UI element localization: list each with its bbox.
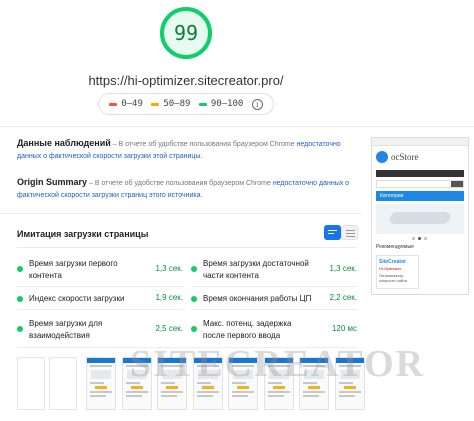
field-data-text: – В отчете об удобстве пользования брауз… xyxy=(110,141,297,148)
pass-dot-icon xyxy=(17,266,23,272)
store-logo: ocStore xyxy=(376,151,419,163)
filmstrip-frame-blank xyxy=(49,357,77,410)
page-url: https://hi-optimizer.sitecreator.pro/ xyxy=(88,73,284,88)
pass-dot-icon xyxy=(17,296,23,302)
metric-max-fid: Макс. потенц. задержка после первого вво… xyxy=(191,312,357,346)
filmstrip-frame xyxy=(86,357,116,410)
metric-value: 1,3 сек. xyxy=(329,264,357,273)
metric-cpu-idle: Время окончания работы ЦП 2,2 сек. xyxy=(191,289,357,309)
carousel-dots xyxy=(412,237,427,240)
metric-value: 2,2 сек. xyxy=(329,293,357,302)
legend-label: 0–49 xyxy=(121,99,143,109)
view-toggle-grid-button[interactable] xyxy=(324,225,341,240)
search-icon xyxy=(451,181,463,187)
metric-label: Индекс скорости загрузки xyxy=(29,294,125,303)
divider xyxy=(0,126,474,127)
divider xyxy=(17,247,357,248)
metric-value: 1,9 сек. xyxy=(155,293,183,302)
divider xyxy=(17,309,183,310)
promo-card: SiteCreator Hi-Optimizer Оптимизатор ско… xyxy=(376,255,419,289)
filmstrip-frame-blank xyxy=(17,357,45,410)
metric-label: Макс. потенц. задержка после первого вво… xyxy=(203,319,292,340)
logo-icon xyxy=(376,151,388,163)
metric-fmp: Время загрузки достаточной части контент… xyxy=(191,252,357,286)
watermark: SITECREATOR xyxy=(130,343,426,385)
origin-summary-text: – В отчете об удобстве пользования брауз… xyxy=(87,180,273,187)
performance-score-gauge: 99 xyxy=(158,5,214,61)
search-box xyxy=(376,180,464,188)
category-bar: Категории xyxy=(376,191,464,201)
fail-marker-icon xyxy=(109,102,118,106)
metric-label: Время загрузки первого контента xyxy=(29,259,118,280)
recommended-heading: Рекомендуемые xyxy=(376,244,414,250)
metric-tti: Время загрузки для взаимодействия 2,5 се… xyxy=(17,312,183,346)
metric-value: 120 мс xyxy=(331,324,357,333)
metric-fcp: Время загрузки первого контента 1,3 сек. xyxy=(17,252,183,286)
legend-label: 90–100 xyxy=(210,99,244,109)
divider xyxy=(191,286,357,287)
origin-summary-title: Origin Summary xyxy=(17,177,88,187)
pass-dot-icon xyxy=(191,296,197,302)
legend-item-fail: 0–49 xyxy=(109,99,143,109)
product-image xyxy=(388,212,452,224)
legend-label: 50–89 xyxy=(163,99,191,109)
average-marker-icon xyxy=(151,102,160,106)
metric-label: Время окончания работы ЦП xyxy=(203,294,312,303)
legend-item-average: 50–89 xyxy=(151,99,190,109)
divider xyxy=(0,213,362,214)
metric-label: Время загрузки для взаимодействия xyxy=(29,319,103,340)
pass-dot-icon xyxy=(191,266,197,272)
top-menu-bar xyxy=(376,170,464,177)
final-screenshot: ocStore Категории Рекомендуемые SiteCrea… xyxy=(371,137,469,295)
score-value: 99 xyxy=(173,21,199,45)
logo-text: ocStore xyxy=(391,152,419,162)
pass-marker-icon xyxy=(198,102,207,106)
metric-value: 2,5 сек. xyxy=(155,324,183,333)
field-data-section: Данные наблюдений – В отчете об удобстве… xyxy=(17,137,357,163)
promo-text: Оптимизатор скорости сайта xyxy=(379,273,408,283)
legend-item-pass: 90–100 xyxy=(198,99,244,109)
view-toggle-list-button[interactable] xyxy=(341,225,358,240)
divider xyxy=(191,309,357,310)
pass-dot-icon xyxy=(191,326,197,332)
info-icon[interactable]: i xyxy=(251,98,263,110)
promo-title: SiteCreator xyxy=(379,259,406,265)
lab-data-title: Имитация загрузки страницы xyxy=(17,229,149,239)
metric-speed-index: Индекс скорости загрузки 1,9 сек. xyxy=(17,289,183,309)
metric-label: Время загрузки достаточной части контент… xyxy=(203,259,309,280)
field-data-title: Данные наблюдений xyxy=(17,138,111,148)
pass-dot-icon xyxy=(17,326,23,332)
score-legend: 0–49 50–89 90–100 i xyxy=(98,93,274,115)
hero-banner xyxy=(376,204,464,234)
metric-value: 1,3 сек. xyxy=(155,264,183,273)
origin-summary-section: Origin Summary – В отчете об удобстве по… xyxy=(17,176,357,202)
browser-bar xyxy=(372,138,468,146)
divider xyxy=(17,286,183,287)
